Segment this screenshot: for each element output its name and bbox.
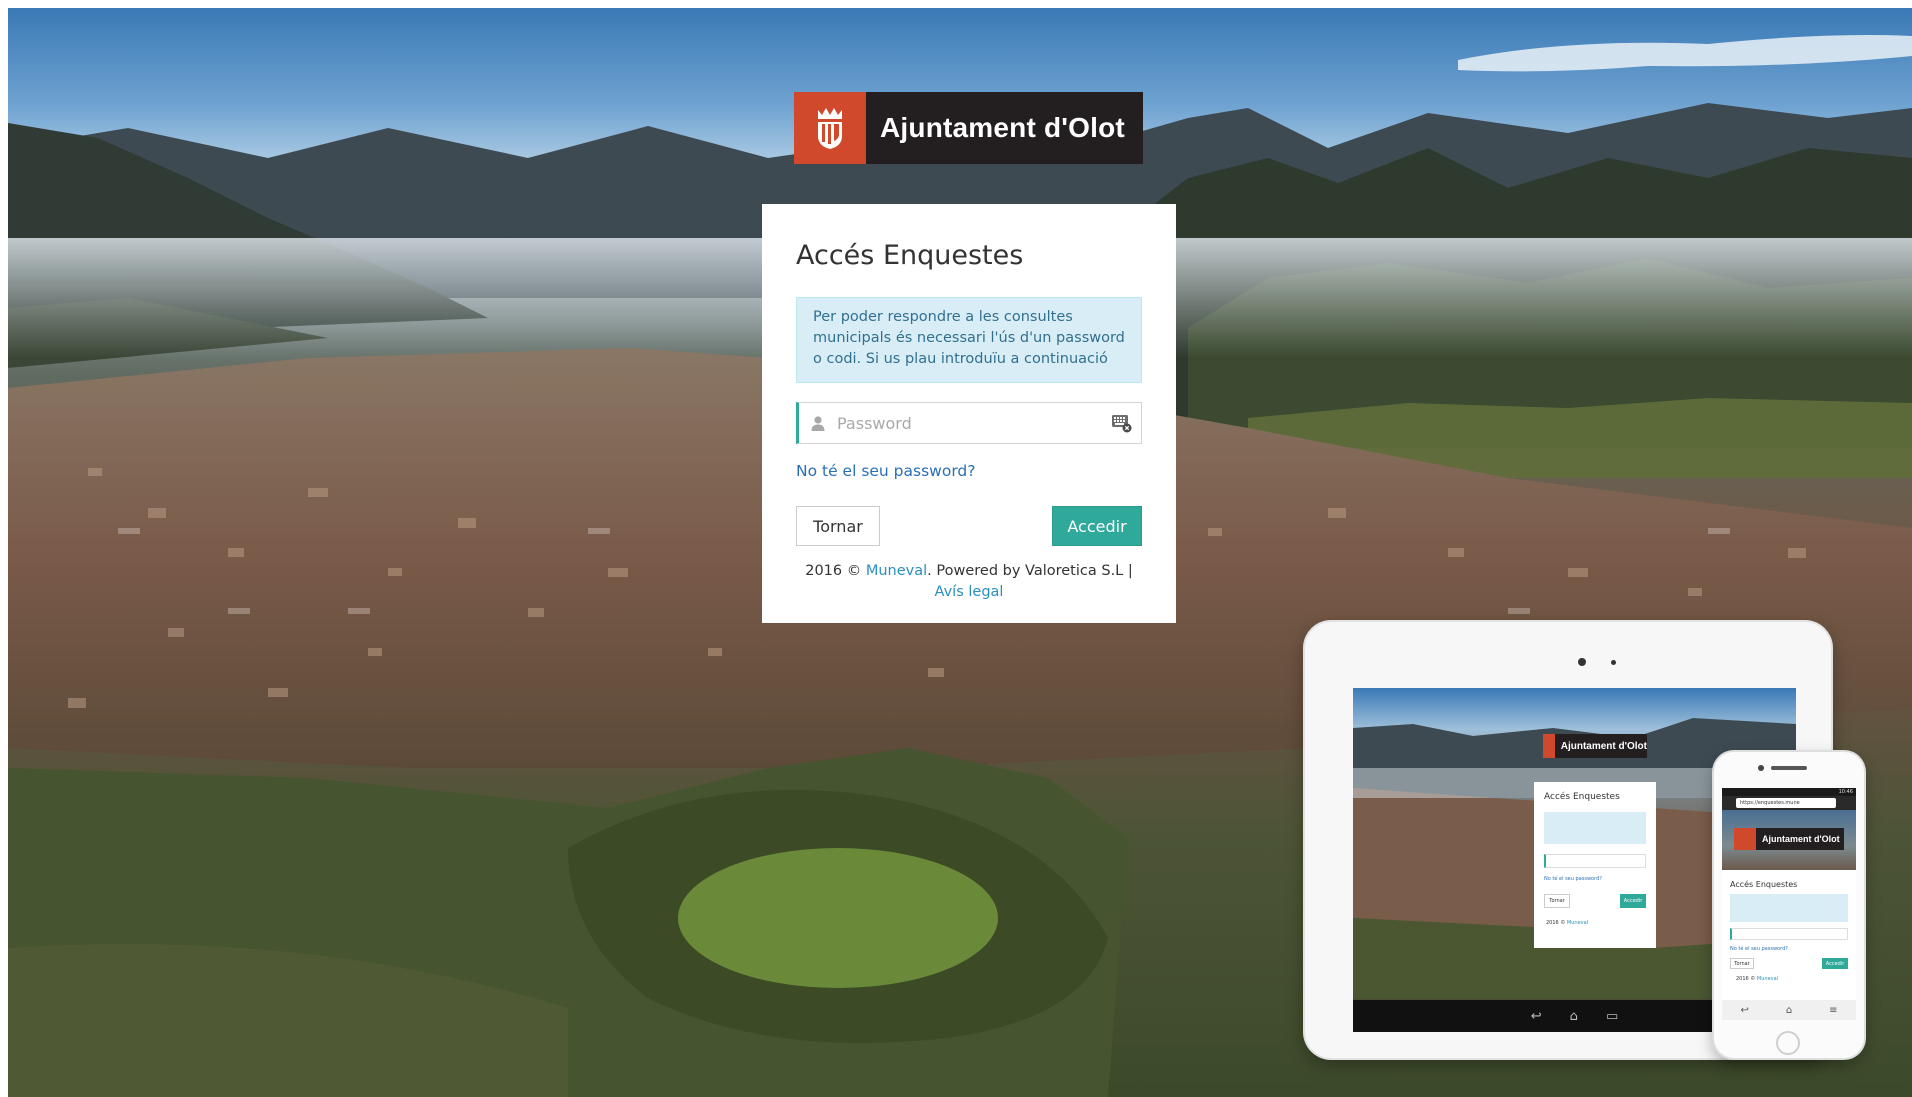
submit-button[interactable]: Accedir [1052,506,1142,546]
phone-home-button [1776,1031,1800,1055]
legal-notice-link[interactable]: Avís legal [935,584,1004,600]
footer: 2016 © Muneval. Powered by Valoretica S.… [796,561,1142,603]
password-input[interactable] [837,403,1103,443]
phone-status-bar: 10:46 [1722,788,1856,796]
phone-screen: 10:46 https://enquestes.mune Ajuntament … [1722,788,1856,1020]
company-link[interactable]: Muneval [866,563,927,579]
phone-camera [1758,765,1764,771]
login-card: Accés Enquestes Per poder respondre a le… [762,204,1176,623]
brand-name: Ajuntament d'Olot [880,112,1125,143]
phone-nav-bar: ↩ ⌂ ≡ [1722,1000,1856,1020]
forgot-password-link[interactable]: No té el seu password? [796,462,976,480]
info-alert: Per poder respondre a les consultes muni… [796,297,1142,383]
tablet-brand-logo: Ajuntament d'Olot [1543,734,1647,758]
user-icon [799,415,837,431]
recents-nav-icon: ▭ [1605,1008,1619,1024]
back-nav-icon: ↩ [1740,1004,1749,1016]
menu-nav-icon: ≡ [1829,1004,1838,1016]
brand-logo: Ajuntament d'Olot [794,92,1143,164]
phone-browser-bar: https://enquestes.mune [1722,796,1856,810]
tablet-camera [1578,658,1586,666]
back-nav-icon: ↩ [1530,1008,1542,1024]
keyboard-icon[interactable] [1103,413,1141,433]
password-field-group [796,402,1142,444]
phone-clock: 10:46 [1838,789,1853,795]
phone-url-field: https://enquestes.mune [1736,798,1836,808]
back-button[interactable]: Tornar [796,506,880,546]
home-nav-icon: ⌂ [1785,1004,1793,1016]
phone-brand-logo: Ajuntament d'Olot [1734,828,1844,850]
tablet-sensor [1611,660,1616,665]
footer-powered-by: . Powered by Valoretica S.L | [927,563,1133,579]
tablet-login-card: Accés Enquestes No té el seu password? T… [1534,782,1656,948]
phone-mockup: 10:46 https://enquestes.mune Ajuntament … [1714,752,1864,1058]
page-title: Accés Enquestes [796,240,1024,271]
footer-year: 2016 © [805,563,862,579]
coat-of-arms-icon [794,92,866,164]
home-nav-icon: ⌂ [1569,1008,1578,1024]
phone-speaker [1771,766,1807,770]
